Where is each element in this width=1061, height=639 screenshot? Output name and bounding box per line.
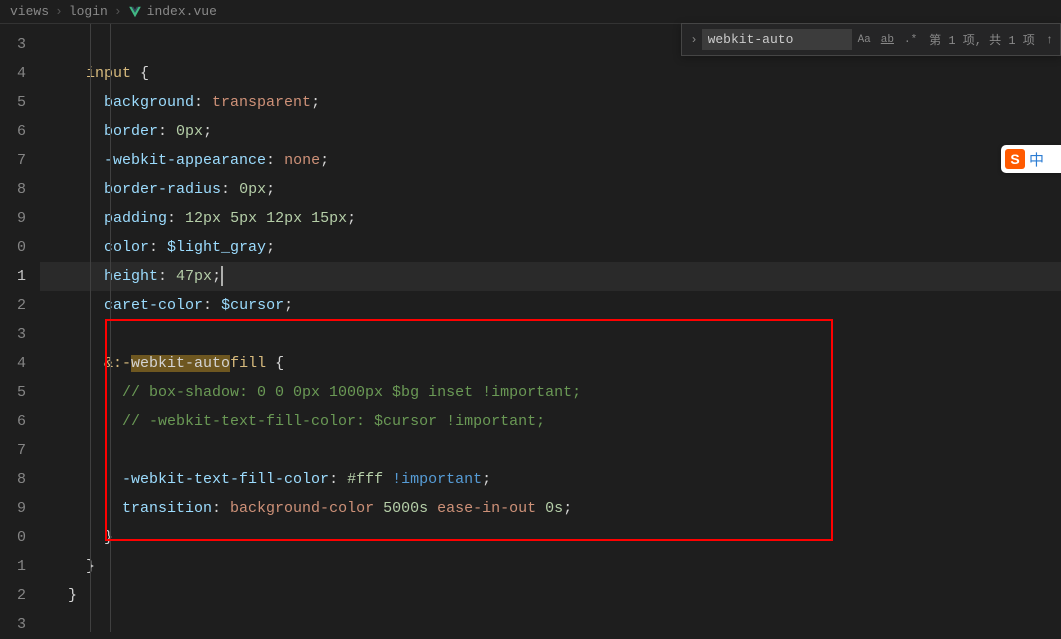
code-line: border-radius: 0px; (40, 175, 1061, 204)
line-number: 8 (0, 465, 40, 494)
line-number: 4 (0, 59, 40, 88)
code-line: } (40, 523, 1061, 552)
code-line (40, 320, 1061, 349)
vue-file-icon (128, 5, 142, 19)
code-line: padding: 12px 5px 12px 15px; (40, 204, 1061, 233)
code-line: } (40, 581, 1061, 610)
line-number: 6 (0, 117, 40, 146)
line-number: 3 (0, 610, 40, 639)
code-line: } (40, 552, 1061, 581)
code-line (40, 610, 1061, 639)
code-line: -webkit-text-fill-color: #fff !important… (40, 465, 1061, 494)
line-number: 4 (0, 349, 40, 378)
breadcrumb-segment[interactable]: login (69, 4, 108, 19)
line-number-gutter: 3 4 5 6 7 8 9 0 1 2 3 4 5 6 7 8 9 0 1 2 … (0, 24, 40, 632)
line-number: 5 (0, 378, 40, 407)
line-number: 7 (0, 146, 40, 175)
code-line: &:-webkit-autofill { (40, 349, 1061, 378)
line-number: 2 (0, 581, 40, 610)
breadcrumb-segment[interactable]: views (10, 4, 49, 19)
code-area[interactable]: input { background: transparent; border:… (40, 24, 1061, 632)
chevron-right-icon: › (114, 4, 122, 19)
text-cursor (221, 266, 223, 286)
breadcrumb[interactable]: views › login › index.vue (0, 0, 1061, 24)
line-number: 0 (0, 233, 40, 262)
search-highlight: webkit-auto (131, 355, 230, 372)
line-number: 1 (0, 552, 40, 581)
line-number: 2 (0, 291, 40, 320)
line-number: 9 (0, 494, 40, 523)
code-line: // box-shadow: 0 0 0px 1000px $bg inset … (40, 378, 1061, 407)
line-number: 1 (0, 262, 40, 291)
code-line (40, 436, 1061, 465)
code-editor[interactable]: 3 4 5 6 7 8 9 0 1 2 3 4 5 6 7 8 9 0 1 2 … (0, 24, 1061, 632)
code-line: height: 47px; (40, 262, 1061, 291)
code-line: border: 0px; (40, 117, 1061, 146)
line-number: 9 (0, 204, 40, 233)
code-line: color: $light_gray; (40, 233, 1061, 262)
chevron-right-icon: › (55, 4, 63, 19)
code-line: transition: background-color 5000s ease-… (40, 494, 1061, 523)
breadcrumb-segment[interactable]: index.vue (147, 4, 217, 19)
code-line: input { (40, 59, 1061, 88)
code-line: // -webkit-text-fill-color: $cursor !imp… (40, 407, 1061, 436)
line-number: 3 (0, 320, 40, 349)
code-line: background: transparent; (40, 88, 1061, 117)
line-number: 8 (0, 175, 40, 204)
line-number: 7 (0, 436, 40, 465)
line-number: 3 (0, 30, 40, 59)
code-line: caret-color: $cursor; (40, 291, 1061, 320)
line-number: 6 (0, 407, 40, 436)
code-line: -webkit-appearance: none; (40, 146, 1061, 175)
line-number: 0 (0, 523, 40, 552)
line-number: 5 (0, 88, 40, 117)
code-line (40, 30, 1061, 59)
